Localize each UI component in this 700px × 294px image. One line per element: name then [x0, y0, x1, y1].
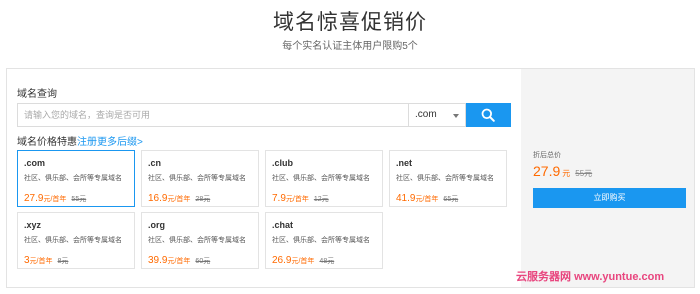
- domain-card-com[interactable]: .com 社区、俱乐部、会所等专属域名 27.9元/首年 55元: [17, 150, 135, 207]
- register-more-link[interactable]: 注册更多后缀>: [77, 137, 143, 148]
- price-section-title: 域名价格特惠注册更多后缀>: [17, 133, 143, 148]
- price-title-text: 域名价格特惠: [17, 137, 77, 148]
- card-original-price: 8元: [57, 258, 69, 265]
- tld-select-value: .com: [415, 109, 437, 120]
- card-price: 39.9: [148, 255, 168, 266]
- page-title: 域名惊喜促销价: [273, 11, 427, 34]
- domain-promo-panel: 域名查询 .com 域名价格特惠注册更多后缀> .com 社区、俱乐部、会所等专…: [6, 68, 695, 288]
- card-price: 7.9: [272, 193, 286, 204]
- card-unit: 元/首年: [415, 196, 439, 203]
- card-tld: .cn: [148, 158, 162, 168]
- card-price: 26.9: [272, 255, 292, 266]
- card-price-line: 41.9元/首年 65元: [396, 188, 458, 206]
- card-price-line: 26.9元/首年 48元: [272, 250, 334, 268]
- card-price-line: 39.9元/首年 60元: [148, 250, 210, 268]
- search-icon: [481, 108, 495, 122]
- card-original-price: 12元: [313, 196, 329, 203]
- card-original-price: 48元: [319, 258, 335, 265]
- watermark-cn: 云服务器网: [516, 271, 571, 283]
- card-desc: 社区、俱乐部、会所等专属域名: [148, 175, 246, 182]
- card-price: 16.9: [148, 193, 168, 204]
- watermark-url: www.yuntue.com: [574, 271, 665, 283]
- card-unit: 元/首年: [167, 258, 191, 265]
- domain-card-cn[interactable]: .cn 社区、俱乐部、会所等专属域名 16.9元/首年 28元: [141, 150, 259, 207]
- domain-card-net[interactable]: .net 社区、俱乐部、会所等专属域名 41.9元/首年 65元: [389, 150, 507, 207]
- total-price-value: 27.9: [533, 163, 561, 179]
- card-tld: .chat: [272, 220, 294, 230]
- domain-search-input[interactable]: [17, 103, 408, 127]
- card-unit: 元/首年: [29, 258, 53, 265]
- card-tld: .club: [272, 158, 294, 168]
- domain-card-club[interactable]: .club 社区、俱乐部、会所等专属域名 7.9元/首年 12元: [265, 150, 383, 207]
- card-desc: 社区、俱乐部、会所等专属域名: [396, 175, 494, 182]
- total-label: 折后总价: [533, 152, 561, 159]
- card-tld: .net: [396, 158, 413, 168]
- query-label: 域名查询: [17, 89, 57, 100]
- watermark: 云服务器网 www.yuntue.com: [516, 268, 664, 284]
- order-summary: 折后总价 27.9 元 55元 立即购买: [521, 69, 694, 287]
- total-price-currency: 元: [562, 169, 571, 178]
- domain-card-org[interactable]: .org 社区、俱乐部、会所等专属域名 39.9元/首年 60元: [141, 212, 259, 269]
- total-price: 27.9 元 55元: [533, 163, 592, 181]
- card-original-price: 28元: [195, 196, 211, 203]
- search-row: .com: [17, 103, 511, 127]
- card-price-line: 16.9元/首年 28元: [148, 188, 210, 206]
- card-desc: 社区、俱乐部、会所等专属域名: [24, 237, 122, 244]
- card-unit: 元/首年: [291, 258, 315, 265]
- buy-now-button[interactable]: 立即购买: [533, 188, 686, 208]
- card-price: 27.9: [24, 193, 44, 204]
- caret-down-icon: [453, 114, 459, 118]
- card-tld: .xyz: [24, 220, 42, 230]
- domain-card-chat[interactable]: .chat 社区、俱乐部、会所等专属域名 26.9元/首年 48元: [265, 212, 383, 269]
- card-desc: 社区、俱乐部、会所等专属域名: [148, 237, 246, 244]
- card-unit: 元/首年: [167, 196, 191, 203]
- card-desc: 社区、俱乐部、会所等专属域名: [272, 175, 370, 182]
- card-desc: 社区、俱乐部、会所等专属域名: [272, 237, 370, 244]
- tld-select[interactable]: .com: [408, 103, 466, 127]
- card-original-price: 60元: [195, 258, 211, 265]
- card-unit: 元/首年: [43, 196, 67, 203]
- domain-query-section: 域名查询 .com 域名价格特惠注册更多后缀> .com 社区、俱乐部、会所等专…: [7, 69, 521, 287]
- card-tld: .org: [148, 220, 165, 230]
- search-button[interactable]: [466, 103, 511, 127]
- card-tld: .com: [24, 158, 46, 168]
- page-subtitle: 每个实名认证主体用户限购5个: [282, 41, 418, 52]
- card-original-price: 55元: [71, 196, 87, 203]
- card-price-line: 27.9元/首年 55元: [24, 188, 86, 206]
- card-desc: 社区、俱乐部、会所等专属域名: [24, 175, 122, 182]
- card-original-price: 65元: [443, 196, 459, 203]
- card-unit: 元/首年: [285, 196, 309, 203]
- total-original-price: 55元: [575, 169, 593, 178]
- card-price-line: 3元/首年 8元: [24, 250, 68, 268]
- domain-card-xyz[interactable]: .xyz 社区、俱乐部、会所等专属域名 3元/首年 8元: [17, 212, 135, 269]
- card-price: 41.9: [396, 193, 416, 204]
- card-price-line: 7.9元/首年 12元: [272, 188, 329, 206]
